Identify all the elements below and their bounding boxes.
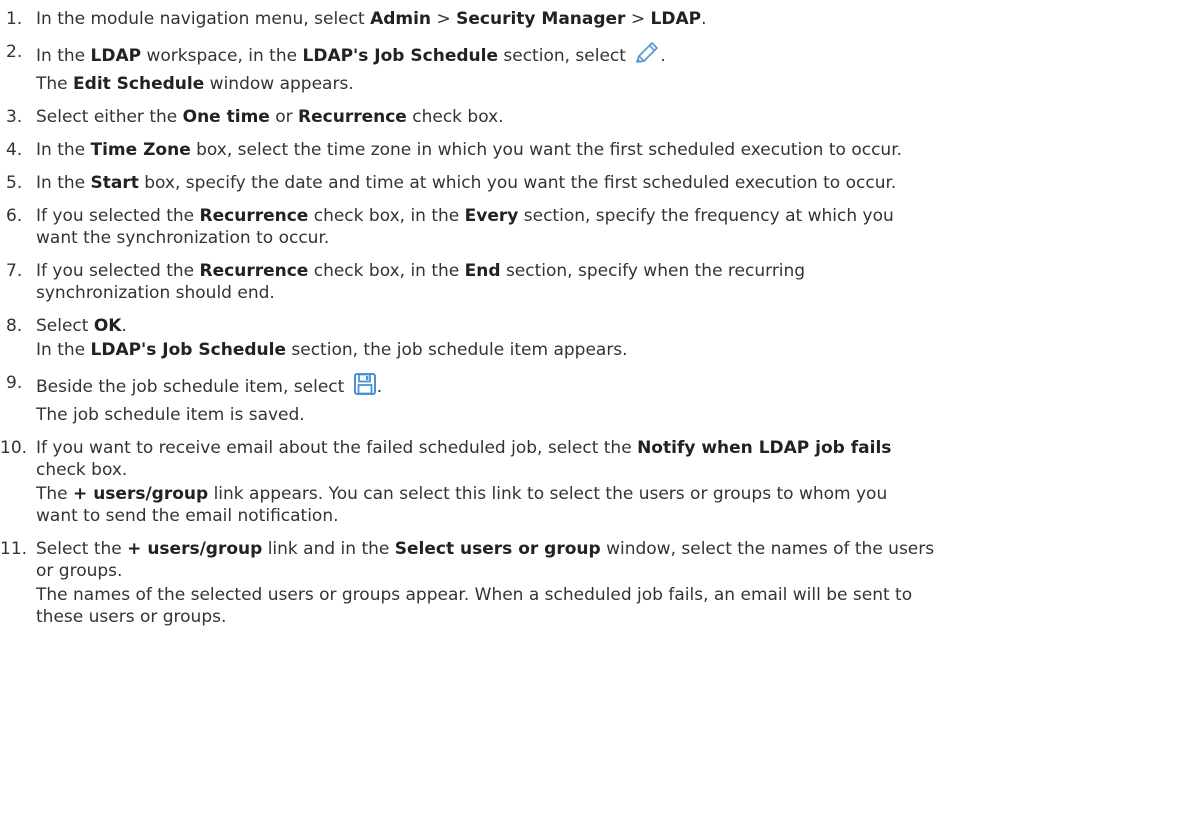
step-instruction: Select OK. bbox=[36, 316, 127, 336]
step-10: 10. If you want to receive email about t… bbox=[0, 437, 1190, 527]
step-2: 2. In the LDAP workspace, in the LDAP's … bbox=[0, 41, 1190, 95]
step-5: 5. In the Start box, specify the date an… bbox=[0, 172, 1190, 194]
step-number: 5. bbox=[6, 173, 23, 193]
step-result: The Edit Schedule window appears. bbox=[36, 74, 354, 94]
start-label: Start bbox=[90, 173, 139, 193]
step-4: 4. In the Time Zone box, select the time… bbox=[0, 139, 1190, 161]
step-instruction-continued: check box. bbox=[36, 460, 128, 480]
step-instruction: In the Time Zone box, select the time zo… bbox=[36, 140, 903, 160]
every-label: Every bbox=[464, 206, 519, 226]
step-3: 3. Select either the One time or Recurre… bbox=[0, 106, 1190, 128]
job-schedule-section-label: LDAP's Job Schedule bbox=[90, 340, 286, 360]
select-users-or-group-window-label: Select users or group bbox=[394, 539, 601, 559]
pencil-icon bbox=[634, 41, 660, 71]
step-number: 1. bbox=[6, 9, 23, 29]
edit-schedule-window-label: Edit Schedule bbox=[73, 74, 205, 94]
step-instruction: If you selected the Recurrence check box… bbox=[36, 206, 894, 226]
step-number: 6. bbox=[6, 206, 23, 226]
step-instruction: Select the + users/group link and in the… bbox=[36, 539, 935, 559]
step-number: 2. bbox=[6, 42, 23, 62]
one-time-label: One time bbox=[182, 107, 270, 127]
step-number: 7. bbox=[6, 261, 23, 281]
step-instruction: In the Start box, specify the date and t… bbox=[36, 173, 897, 193]
step-result-continued: these users or groups. bbox=[36, 607, 227, 627]
menu-security-manager: Security Manager bbox=[456, 9, 626, 29]
users-group-link-label: + users/group bbox=[127, 539, 263, 559]
save-icon bbox=[353, 372, 377, 402]
procedure-steps-list: 1. In the module navigation menu, select… bbox=[0, 8, 1190, 639]
step-result: In the LDAP's Job Schedule section, the … bbox=[36, 340, 628, 360]
step-number: 9. bbox=[6, 373, 23, 393]
step-number: 4. bbox=[6, 140, 23, 160]
step-number: 3. bbox=[6, 107, 23, 127]
end-label: End bbox=[464, 261, 501, 281]
menu-admin: Admin bbox=[370, 9, 432, 29]
step-9: 9. Beside the job schedule item, select … bbox=[0, 372, 1190, 426]
ok-label: OK bbox=[93, 316, 122, 336]
step-number: 11. bbox=[0, 539, 28, 559]
menu-ldap: LDAP bbox=[650, 9, 702, 29]
step-instruction-continued: synchronization should end. bbox=[36, 283, 275, 303]
step-1: 1. In the module navigation menu, select… bbox=[0, 8, 1190, 30]
job-schedule-section-label: LDAP's Job Schedule bbox=[302, 46, 498, 66]
step-8: 8. Select OK. In the LDAP's Job Schedule… bbox=[0, 315, 1190, 361]
step-instruction: In the module navigation menu, select Ad… bbox=[36, 9, 707, 29]
step-result: The job schedule item is saved. bbox=[36, 405, 305, 425]
step-instruction: If you want to receive email about the f… bbox=[36, 438, 892, 458]
step-number: 8. bbox=[6, 316, 23, 336]
step-instruction: Select either the One time or Recurrence… bbox=[36, 107, 504, 127]
recurrence-label: Recurrence bbox=[199, 261, 309, 281]
step-number: 10. bbox=[0, 438, 28, 458]
recurrence-label: Recurrence bbox=[298, 107, 407, 127]
time-zone-label: Time Zone bbox=[90, 140, 191, 160]
step-11: 11. Select the + users/group link and in… bbox=[0, 538, 1190, 628]
step-instruction: If you selected the Recurrence check box… bbox=[36, 261, 806, 281]
step-instruction-continued: or groups. bbox=[36, 561, 123, 581]
step-instruction: In the LDAP workspace, in the LDAP's Job… bbox=[36, 41, 1190, 71]
recurrence-label: Recurrence bbox=[199, 206, 309, 226]
step-7: 7. If you selected the Recurrence check … bbox=[0, 260, 1190, 304]
step-result: The names of the selected users or group… bbox=[36, 585, 913, 605]
step-instruction: Beside the job schedule item, select . bbox=[36, 372, 1190, 402]
step-instruction-continued: want the synchronization to occur. bbox=[36, 228, 330, 248]
notify-when-ldap-job-fails-label: Notify when LDAP job fails bbox=[637, 438, 892, 458]
step-result-continued: want to send the email notification. bbox=[36, 506, 339, 526]
step-6: 6. If you selected the Recurrence check … bbox=[0, 205, 1190, 249]
ldap-workspace-label: LDAP bbox=[90, 46, 142, 66]
step-result: The + users/group link appears. You can … bbox=[36, 484, 888, 504]
users-group-link-label: + users/group bbox=[73, 484, 209, 504]
